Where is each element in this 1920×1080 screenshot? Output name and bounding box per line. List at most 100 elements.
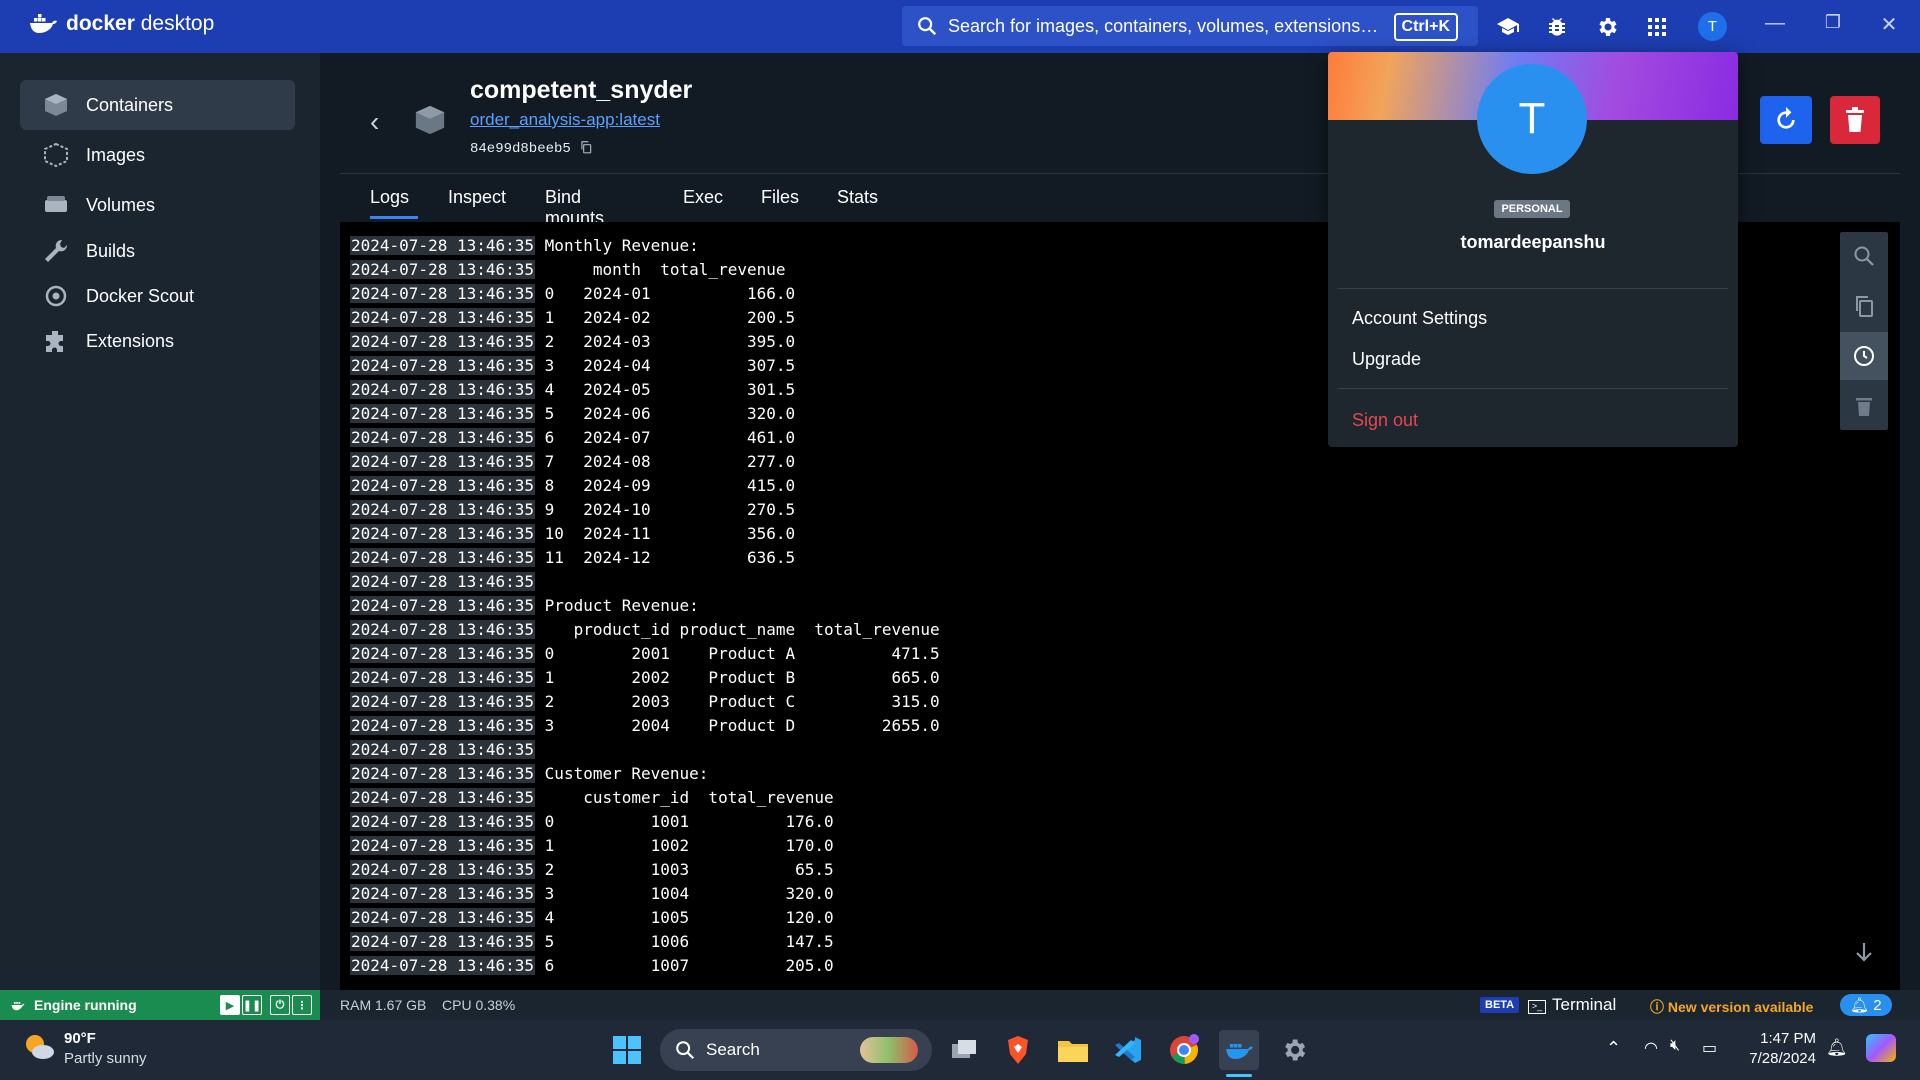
log-text: Product Revenue: bbox=[544, 596, 699, 615]
log-text: month total_revenue bbox=[544, 260, 786, 279]
log-line: 2024-07-28 13:46:35 bbox=[350, 740, 545, 760]
log-text: Monthly Revenue: bbox=[544, 236, 699, 255]
close-icon[interactable]: ✕ bbox=[1874, 12, 1904, 37]
search-icon bbox=[918, 17, 937, 36]
account-avatar-button[interactable]: T bbox=[1698, 12, 1727, 41]
log-text: 9 2024-10 270.5 bbox=[544, 500, 796, 519]
global-search[interactable]: Search for images, containers, volumes, … bbox=[902, 6, 1478, 46]
log-timestamp: 2024-07-28 13:46:35 bbox=[350, 884, 536, 903]
battery-icon[interactable]: ▭ bbox=[1702, 1038, 1717, 1058]
apps-grid-icon[interactable] bbox=[1643, 13, 1671, 41]
account-settings-item[interactable]: Account Settings bbox=[1352, 308, 1487, 329]
log-line: 2024-07-28 13:46:35 bbox=[350, 572, 545, 592]
sidebar-item-extensions[interactable]: Extensions bbox=[20, 316, 295, 366]
log-line: 2024-07-28 13:46:35 1 1002 170.0 bbox=[350, 836, 834, 856]
sidebar-item-images[interactable]: Images bbox=[20, 130, 295, 180]
restore-icon[interactable]: ❐ bbox=[1818, 12, 1848, 33]
log-text: 2 2024-03 395.0 bbox=[544, 332, 796, 351]
tab-inspect[interactable]: Inspect bbox=[448, 187, 506, 219]
taskbar-search[interactable]: Search bbox=[660, 1029, 932, 1071]
clear-logs-trash-icon[interactable] bbox=[1840, 382, 1888, 430]
log-timestamp: 2024-07-28 13:46:35 bbox=[350, 548, 536, 567]
log-text: 11 2024-12 636.5 bbox=[544, 548, 796, 567]
log-timestamp: 2024-07-28 13:46:35 bbox=[350, 308, 536, 327]
tab-stats[interactable]: Stats bbox=[837, 187, 878, 219]
extensions-icon bbox=[46, 331, 63, 352]
log-timestamp: 2024-07-28 13:46:35 bbox=[350, 236, 536, 255]
file-explorer-icon[interactable] bbox=[1053, 1030, 1093, 1070]
weather-icon[interactable] bbox=[22, 1032, 56, 1062]
log-line: 2024-07-28 13:46:35 4 1005 120.0 bbox=[350, 908, 834, 928]
sidebar-item-docker-scout[interactable]: Docker Scout bbox=[20, 271, 295, 321]
notifications-button[interactable]: 🔔︎ 2 bbox=[1840, 994, 1892, 1016]
clock-date[interactable]: 7/28/2024 bbox=[1734, 1050, 1816, 1067]
log-timestamp: 2024-07-28 13:46:35 bbox=[350, 908, 536, 927]
plan-badge: PERSONAL bbox=[1494, 200, 1570, 218]
log-text: 6 2024-07 461.0 bbox=[544, 428, 796, 447]
log-timestamp: 2024-07-28 13:46:35 bbox=[350, 332, 536, 351]
windows-start-icon[interactable] bbox=[607, 1030, 647, 1070]
play-icon[interactable]: ▶ bbox=[220, 995, 240, 1015]
search-highlight-icon bbox=[860, 1037, 918, 1063]
learning-center-icon[interactable] bbox=[1494, 13, 1522, 41]
tab-label: Stats bbox=[837, 187, 879, 207]
tab-logs[interactable]: Logs bbox=[370, 187, 418, 219]
container-image-link[interactable]: order_analysis-app:latest bbox=[470, 110, 660, 130]
new-version-label: New version available bbox=[1667, 999, 1814, 1015]
search-icon bbox=[676, 1041, 695, 1060]
pause-icon[interactable]: ❚❚ bbox=[242, 995, 262, 1015]
vscode-icon[interactable] bbox=[1108, 1030, 1148, 1070]
restart-button[interactable] bbox=[1760, 96, 1812, 144]
timestamps-clock-icon[interactable] bbox=[1840, 332, 1888, 380]
notification-bell-icon[interactable]: 🔔︎ bbox=[1826, 1038, 1848, 1058]
containers-icon bbox=[45, 94, 67, 116]
log-search-icon[interactable] bbox=[1840, 232, 1888, 280]
brave-browser-icon[interactable] bbox=[998, 1030, 1038, 1070]
more-options-icon[interactable]: ⋮ bbox=[292, 995, 312, 1015]
docker-whale-icon bbox=[30, 14, 57, 33]
menu-divider bbox=[1338, 288, 1728, 289]
back-chevron-icon[interactable]: ‹ bbox=[370, 106, 379, 138]
clock-time[interactable]: 1:47 PM bbox=[1744, 1030, 1816, 1047]
log-timestamp: 2024-07-28 13:46:35 bbox=[350, 596, 536, 615]
sign-out-item[interactable]: Sign out bbox=[1352, 410, 1418, 431]
container-id-value: 84e99d8beeb5 bbox=[470, 141, 571, 157]
minimize-icon[interactable]: — bbox=[1760, 12, 1790, 35]
sidebar-item-volumes[interactable]: Volumes bbox=[20, 180, 295, 230]
log-timestamp: 2024-07-28 13:46:35 bbox=[350, 644, 536, 663]
power-icon[interactable]: ⏻ bbox=[270, 995, 290, 1015]
log-line: 2024-07-28 13:46:35 product_id product_n… bbox=[350, 620, 940, 640]
tab-bind-mounts[interactable]: Bind mounts bbox=[545, 187, 604, 228]
log-timestamp: 2024-07-28 13:46:35 bbox=[350, 428, 536, 447]
active-app-indicator bbox=[1226, 1074, 1252, 1077]
copilot-icon[interactable] bbox=[1866, 1034, 1896, 1062]
tab-files[interactable]: Files bbox=[761, 187, 799, 219]
container-cube-icon bbox=[415, 105, 445, 135]
wifi-icon[interactable]: ◠ bbox=[1644, 1038, 1658, 1058]
chrome-icon[interactable] bbox=[1164, 1030, 1204, 1070]
weather-temp: 90°F bbox=[64, 1030, 96, 1047]
terminal-button[interactable]: >_ Terminal bbox=[1528, 995, 1616, 1015]
copy-logs-icon[interactable] bbox=[1840, 282, 1888, 330]
tray-chevron-up-icon[interactable]: ⌃ bbox=[1606, 1038, 1621, 1059]
volume-muted-icon[interactable]: 🔇︎ bbox=[1670, 1037, 1680, 1055]
search-shortcut-badge: Ctrl+K bbox=[1393, 13, 1458, 41]
log-line: 2024-07-28 13:46:35 Customer Revenue: bbox=[350, 764, 708, 784]
copy-icon[interactable] bbox=[579, 140, 593, 154]
docker-taskbar-icon[interactable] bbox=[1219, 1030, 1259, 1070]
log-timestamp: 2024-07-28 13:46:35 bbox=[350, 620, 536, 639]
scroll-to-bottom-icon[interactable] bbox=[1852, 940, 1876, 964]
troubleshoot-icon[interactable] bbox=[1543, 13, 1571, 41]
log-text: product_id product_name total_revenue bbox=[544, 620, 940, 639]
log-timestamp: 2024-07-28 13:46:35 bbox=[350, 524, 536, 543]
upgrade-item[interactable]: Upgrade bbox=[1352, 349, 1421, 370]
new-version-link[interactable]: ⓘ New version available bbox=[1650, 997, 1813, 1017]
settings-app-icon[interactable] bbox=[1274, 1030, 1314, 1070]
log-text: customer_id total_revenue bbox=[544, 788, 834, 807]
settings-gear-icon[interactable] bbox=[1593, 13, 1621, 41]
sidebar-item-containers[interactable]: Containers bbox=[20, 80, 295, 130]
task-view-icon[interactable] bbox=[944, 1030, 984, 1070]
tab-exec[interactable]: Exec bbox=[683, 187, 723, 219]
sidebar-item-builds[interactable]: Builds bbox=[20, 226, 295, 276]
delete-button[interactable] bbox=[1830, 96, 1880, 144]
